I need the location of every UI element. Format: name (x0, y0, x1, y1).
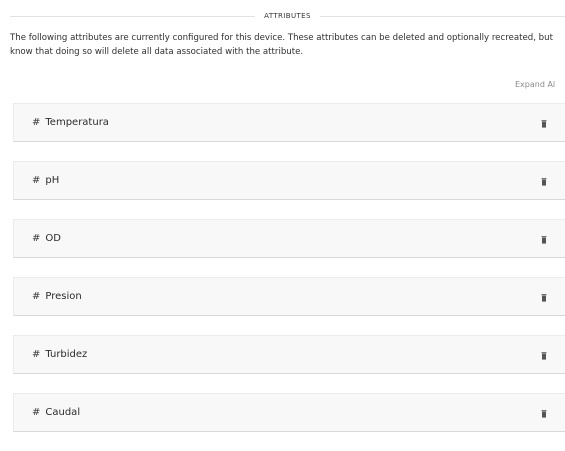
attribute-name: pH (45, 175, 60, 186)
intro-text: The following attributes are currently c… (10, 33, 553, 57)
attribute-label: # pH (32, 162, 59, 199)
trash-icon[interactable] (539, 409, 549, 419)
attribute-row-caudal[interactable]: # Caudal (13, 393, 565, 432)
attribute-label: # Caudal (32, 394, 80, 431)
trash-icon[interactable] (539, 119, 549, 129)
trash-icon[interactable] (539, 177, 549, 187)
attribute-row-temperatura[interactable]: # Temperatura (13, 103, 565, 142)
attribute-list: # Temperatura # pH # OD # Presion # Turbidez … (13, 103, 565, 451)
attribute-label: # Temperatura (32, 104, 109, 141)
trash-icon[interactable] (539, 293, 549, 303)
attribute-label: # OD (32, 220, 61, 257)
attribute-row-presion[interactable]: # Presion (13, 277, 565, 316)
attribute-name: OD (45, 233, 61, 244)
attribute-row-od[interactable]: # OD (13, 219, 565, 258)
attribute-name: Turbidez (45, 349, 88, 360)
attribute-name: Presion (45, 291, 82, 302)
section-title: ATTRIBUTES (264, 12, 311, 20)
hash-icon: # (32, 291, 41, 302)
attribute-row-ph[interactable]: # pH (13, 161, 565, 200)
trash-icon[interactable] (539, 235, 549, 245)
hash-icon: # (32, 175, 41, 186)
hash-icon: # (32, 349, 41, 360)
attributes-section-header: ATTRIBUTES (10, 8, 565, 24)
attribute-name: Caudal (45, 407, 81, 418)
hash-icon: # (32, 407, 41, 418)
header-rule-right (319, 15, 565, 17)
attribute-name: Temperatura (45, 117, 109, 128)
expand-all-link[interactable]: Expand Al (515, 80, 565, 89)
hash-icon: # (32, 233, 41, 244)
attribute-label: # Turbidez (32, 336, 87, 373)
trash-icon[interactable] (539, 351, 549, 361)
attribute-label: # Presion (32, 278, 82, 315)
header-rule-left (10, 15, 256, 17)
attribute-row-turbidez[interactable]: # Turbidez (13, 335, 565, 374)
hash-icon: # (32, 117, 41, 128)
